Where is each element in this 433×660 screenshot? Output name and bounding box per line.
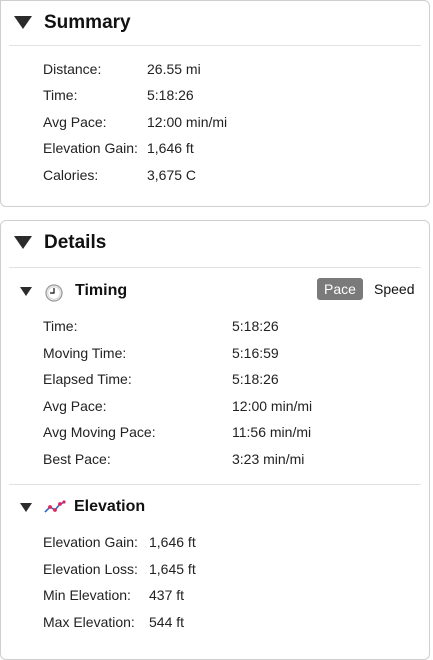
summary-label-distance: Distance: — [43, 61, 102, 77]
elevation-chart-icon — [44, 500, 66, 513]
timing-label-avg-pace: Avg Pace: — [43, 398, 107, 414]
summary-label-elevation-gain: Elevation Gain: — [43, 140, 138, 156]
summary-label-time: Time: — [43, 87, 78, 103]
timing-label-moving-time: Moving Time: — [43, 345, 127, 361]
timing-collapse-triangle-icon[interactable] — [20, 287, 32, 296]
details-panel: Details Timing Pace Speed Time: 5:18:26 … — [0, 220, 430, 660]
divider — [9, 45, 421, 46]
elevation-collapse-triangle-icon[interactable] — [20, 503, 32, 512]
summary-label-calories: Calories: — [43, 167, 99, 183]
pace-toggle-button[interactable]: Pace — [317, 278, 363, 300]
collapse-triangle-icon[interactable] — [14, 16, 32, 29]
timing-value-time: 5:18:26 — [232, 318, 279, 334]
summary-title: Summary — [44, 12, 131, 33]
timing-label-elapsed-time: Elapsed Time: — [43, 371, 132, 387]
divider — [9, 267, 421, 268]
details-title: Details — [44, 232, 107, 253]
details-header[interactable]: Details — [1, 221, 429, 265]
elevation-label-max: Max Elevation: — [43, 614, 135, 630]
summary-value-time: 5:18:26 — [147, 87, 194, 103]
summary-value-calories: 3,675 C — [147, 167, 197, 183]
elevation-value-loss: 1,645 ft — [149, 561, 196, 577]
elevation-title: Elevation — [74, 498, 146, 515]
summary-label-avg-pace: Avg Pace: — [43, 114, 107, 130]
clock-icon — [45, 284, 63, 302]
timing-value-avg-moving-pace: 11:56 min/mi — [232, 424, 312, 440]
timing-label-avg-moving-pace: Avg Moving Pace: — [43, 424, 156, 440]
timing-label-best-pace: Best Pace: — [43, 451, 111, 467]
summary-panel: Summary Distance: 26.55 mi Time: 5:18:26… — [0, 0, 430, 207]
timing-value-avg-pace: 12:00 min/mi — [232, 398, 313, 414]
timing-value-best-pace: 3:23 min/mi — [232, 451, 305, 467]
elevation-label-gain: Elevation Gain: — [43, 534, 138, 550]
summary-header[interactable]: Summary — [1, 1, 429, 45]
summary-value-avg-pace: 12:00 min/mi — [147, 114, 228, 130]
summary-value-elevation-gain: 1,646 ft — [147, 140, 194, 156]
collapse-triangle-icon[interactable] — [14, 236, 32, 249]
timing-title: Timing — [75, 282, 128, 299]
elevation-label-min: Min Elevation: — [43, 587, 131, 603]
speed-toggle-button[interactable]: Speed — [374, 278, 414, 300]
elevation-value-max: 544 ft — [149, 614, 185, 630]
timing-label-time: Time: — [43, 318, 78, 334]
summary-value-distance: 26.55 mi — [147, 61, 201, 77]
elevation-value-gain: 1,646 ft — [149, 534, 196, 550]
divider — [9, 484, 421, 485]
timing-value-moving-time: 5:16:59 — [232, 345, 279, 361]
elevation-label-loss: Elevation Loss: — [43, 561, 138, 577]
elevation-value-min: 437 ft — [149, 587, 185, 603]
timing-value-elapsed-time: 5:18:26 — [232, 371, 279, 387]
